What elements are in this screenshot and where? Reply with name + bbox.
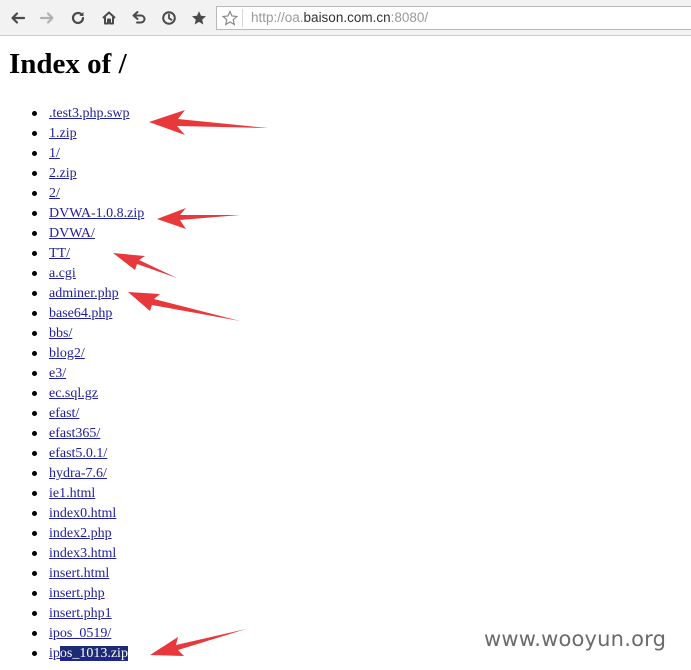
annotation-arrow — [157, 208, 240, 229]
annotation-arrow — [113, 253, 177, 278]
annotation-arrow — [128, 292, 240, 321]
annotation-arrows — [113, 110, 268, 656]
watermark: www.wooyun.org — [484, 627, 667, 651]
annotation-arrow — [149, 110, 268, 135]
annotation-arrow — [150, 629, 246, 656]
